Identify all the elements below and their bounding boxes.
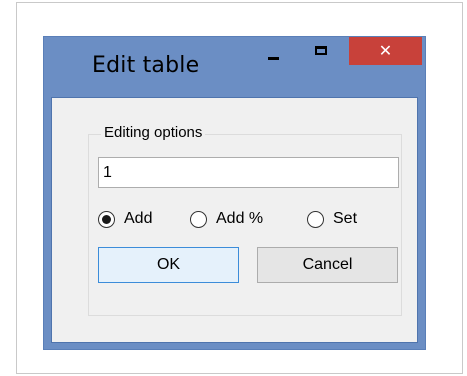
minimize-icon <box>267 56 279 60</box>
editing-options-group: Editing options Add Add % Set OK Cancel <box>88 124 402 316</box>
cancel-button[interactable]: Cancel <box>257 247 398 283</box>
dialog-client-area: Editing options Add Add % Set OK Cancel <box>51 97 418 343</box>
minimize-button[interactable] <box>258 37 288 65</box>
radio-add-percent-label[interactable]: Add % <box>216 210 263 228</box>
radio-add-percent-indicator[interactable] <box>190 210 207 228</box>
edit-table-dialog: Edit table ✕ Editing options Add Add % <box>43 36 426 350</box>
maximize-button[interactable] <box>306 37 336 65</box>
radio-set[interactable]: Set <box>307 208 357 230</box>
ok-button[interactable]: OK <box>98 247 239 283</box>
radio-add[interactable]: Add <box>98 208 152 230</box>
maximize-icon <box>315 45 327 55</box>
radio-add-indicator[interactable] <box>98 210 115 228</box>
radio-set-label[interactable]: Set <box>333 210 357 228</box>
radio-set-indicator[interactable] <box>307 210 324 228</box>
close-button[interactable]: ✕ <box>349 37 422 65</box>
close-icon: ✕ <box>378 43 393 60</box>
group-legend: Editing options <box>101 124 206 141</box>
title-bar[interactable]: Edit table ✕ <box>44 37 425 97</box>
value-input[interactable] <box>98 157 399 188</box>
window-title: Edit table <box>92 53 200 78</box>
radio-add-percent[interactable]: Add % <box>190 208 263 230</box>
radio-add-label[interactable]: Add <box>124 210 152 228</box>
mode-radio-group: Add Add % Set <box>98 208 398 232</box>
